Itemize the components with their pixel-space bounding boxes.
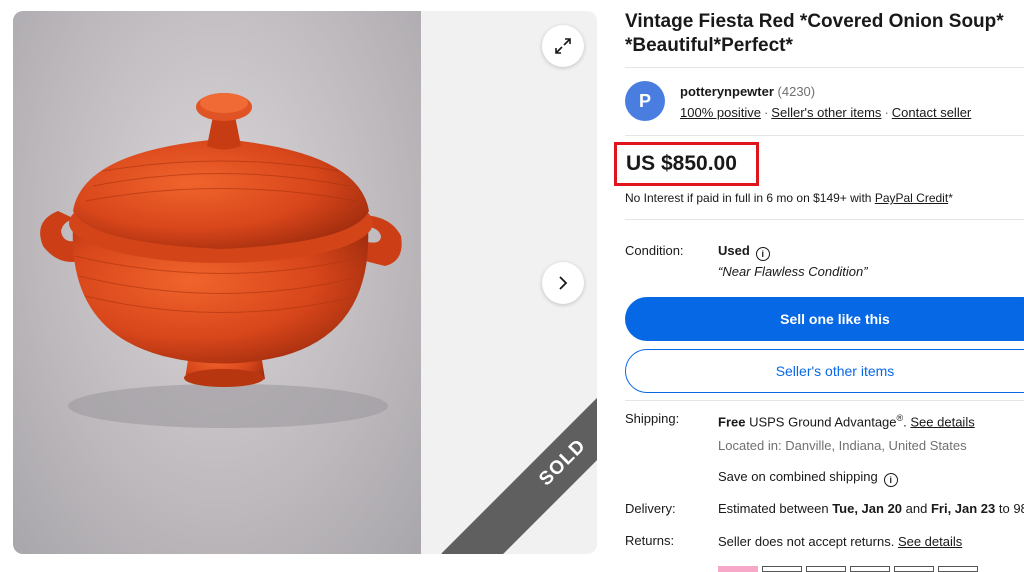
paypal-credit-link[interactable]: PayPal Credit (875, 191, 948, 205)
seller-other-items-link[interactable]: Seller's other items (771, 105, 881, 120)
soup-bowl-illustration (40, 93, 402, 428)
delivery-value: Estimated between Tue, Jan 20 and Fri, J… (718, 501, 1024, 516)
info-icon[interactable]: i (883, 473, 898, 487)
credit-text: No Interest if paid in full in 6 mo on $… (625, 191, 875, 205)
condition-note: “Near Flawless Condition” (718, 264, 868, 279)
seller-feedback-count: (4230) (777, 84, 816, 99)
divider (625, 67, 1024, 68)
divider (625, 219, 1024, 220)
returns-value: Seller does not accept returns. See deta… (718, 534, 962, 549)
delivery-zip: to 9817 (998, 501, 1024, 516)
combined-shipping: Save on combined shipping (718, 469, 878, 484)
separator-dot: · (763, 105, 769, 120)
shipping-free: Free (718, 414, 746, 430)
item-title: Vintage Fiesta Red *Covered Onion Soup* … (625, 11, 1004, 56)
credit-info: No Interest if paid in full in 6 mo on $… (625, 191, 953, 205)
price-highlight-box: US $850.00 (614, 142, 759, 186)
payment-icon (938, 566, 978, 572)
payment-icon (894, 566, 934, 572)
credit-asterisk: * (948, 191, 953, 205)
product-photo[interactable] (13, 11, 421, 554)
delivery-label: Delivery: (625, 501, 676, 516)
condition-value: Used (718, 243, 750, 258)
shipping-service: USPS Ground Advantage (745, 414, 897, 430)
delivery-and: and (902, 501, 931, 516)
payment-icon (806, 566, 846, 572)
divider (625, 400, 1024, 401)
seller-name-row: potterynpewter (4230) (680, 84, 815, 99)
payment-icon (718, 566, 758, 572)
item-price: US $850.00 (626, 152, 737, 175)
shipping-see-details-link[interactable]: See details (910, 414, 974, 429)
item-location: Located in: Danville, Indiana, United St… (718, 438, 967, 453)
info-icon[interactable]: i (755, 247, 770, 261)
payment-icon (762, 566, 802, 572)
combined-shipping-row: Save on combined shipping i (718, 469, 898, 487)
image-gallery: SOLD (13, 11, 597, 554)
expand-arrows-icon (555, 38, 571, 54)
delivery-start: Tue, Jan 20 (832, 501, 903, 516)
sell-one-like-this-button[interactable]: Sell one like this (625, 297, 1024, 341)
contact-seller-link[interactable]: Contact seller (892, 105, 971, 120)
returns-see-details-link[interactable]: See details (898, 534, 962, 549)
shipping-value: Free USPS Ground Advantage®. See details (718, 413, 975, 429)
avatar-letter: P (638, 90, 651, 111)
delivery-prefix: Estimated between (718, 501, 833, 516)
sellers-other-items-button[interactable]: Seller's other items (625, 349, 1024, 393)
positive-feedback-link[interactable]: 100% positive (680, 105, 761, 120)
listing-details: Vintage Fiesta Red *Covered Onion Soup* … (614, 0, 1024, 572)
seller-avatar[interactable]: P (625, 81, 665, 121)
chevron-right-icon (559, 276, 568, 290)
payment-icon (850, 566, 890, 572)
payment-icons-row (718, 566, 978, 572)
separator-dot: · (884, 105, 889, 120)
seller-links: 100% positive · Seller's other items · Conta… (680, 105, 971, 120)
delivery-end: Fri, Jan 23 (930, 501, 996, 516)
returns-label: Returns: (625, 533, 675, 548)
next-image-button[interactable] (542, 262, 584, 304)
returns-text: Seller does not accept returns. (718, 534, 898, 549)
divider (625, 135, 1024, 136)
condition-value-row: Used i (718, 243, 770, 261)
shipping-label: Shipping: (625, 411, 680, 426)
seller-name[interactable]: potterynpewter (680, 84, 774, 99)
condition-label: Condition: (625, 243, 684, 258)
expand-button[interactable] (542, 25, 584, 67)
